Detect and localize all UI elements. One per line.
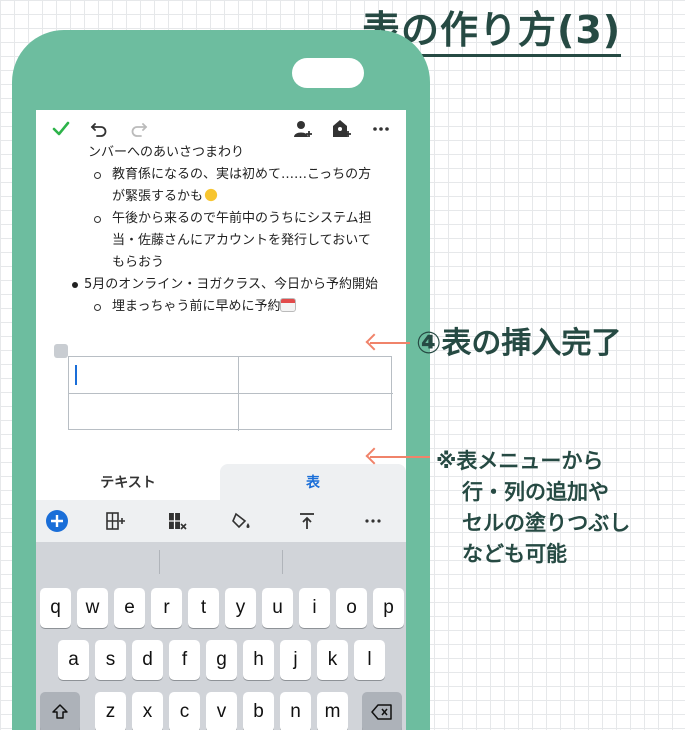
key-n[interactable]: n: [280, 692, 311, 730]
shift-icon: [52, 704, 68, 719]
note-line: 5月のオンライン・ヨガクラス、今日から予約開始: [71, 274, 379, 296]
table-format-bar: [36, 500, 406, 542]
annotation-note-line: ※表メニューから: [436, 449, 604, 473]
key-h[interactable]: h: [243, 640, 274, 680]
annotation-note-line: セルの塗りつぶし: [462, 511, 631, 535]
annotation-arrow-menu: [370, 456, 430, 458]
more-icon[interactable]: [360, 508, 386, 534]
key-f[interactable]: f: [169, 640, 200, 680]
key-e[interactable]: e: [114, 588, 145, 628]
tab-text[interactable]: テキスト: [36, 464, 220, 500]
note-line-text: が緊張するかも: [112, 189, 204, 204]
insert-column-icon[interactable]: [102, 508, 128, 534]
note-line: 教育係になるの、実は初めて……こっちの方: [93, 164, 372, 186]
key-x[interactable]: x: [132, 692, 163, 730]
annotation-table-inserted: ④表の挿入完了: [416, 326, 622, 361]
backspace-key[interactable]: [362, 692, 402, 730]
key-c[interactable]: c: [169, 692, 200, 730]
note-content[interactable]: ンバーへのあいさつまわり 教育係になるの、実は初めて……こっちの方 が緊張するか…: [36, 145, 406, 328]
phone-notch: [292, 58, 364, 88]
key-k[interactable]: k: [317, 640, 348, 680]
annotation-arrow-table: [370, 342, 410, 344]
note-line: 午後から来るので午前中のうちにシステム担: [94, 208, 372, 230]
text-cursor: [75, 365, 77, 385]
table-cell[interactable]: [69, 357, 239, 394]
annotation-table-menu-note: ※表メニューから 行・列の追加や セルの塗りつぶし なども可能: [436, 446, 630, 570]
checkmark-icon[interactable]: [48, 116, 74, 142]
key-i[interactable]: i: [299, 588, 330, 628]
backspace-icon: [371, 704, 392, 720]
table-cell[interactable]: [239, 357, 393, 394]
table-grid: [68, 356, 393, 431]
inserted-table: [50, 342, 394, 434]
note-line: 埋まっちゃう前に早めに予約: [93, 296, 297, 318]
delete-column-icon[interactable]: [164, 508, 190, 534]
key-z[interactable]: z: [95, 692, 126, 730]
keyboard: q w e r t y u i o p a s d f g h j k l z …: [36, 542, 406, 730]
key-p[interactable]: p: [373, 588, 404, 628]
key-t[interactable]: t: [188, 588, 219, 628]
key-o[interactable]: o: [336, 588, 367, 628]
key-u[interactable]: u: [262, 588, 293, 628]
note-line-text: 5月のオンライン・ヨガクラス、今日から予約開始: [84, 277, 379, 292]
shift-key[interactable]: [40, 692, 80, 730]
align-top-icon[interactable]: [294, 508, 320, 534]
key-y[interactable]: y: [225, 588, 256, 628]
format-tabs: テキスト 表: [36, 458, 406, 500]
fill-color-icon[interactable]: [228, 508, 254, 534]
note-line: が緊張するかも: [112, 186, 220, 208]
share-icon[interactable]: [329, 116, 355, 142]
key-j[interactable]: j: [280, 640, 311, 680]
key-b[interactable]: b: [243, 692, 274, 730]
key-m[interactable]: m: [317, 692, 348, 730]
redo-icon[interactable]: [126, 116, 152, 142]
table-cell[interactable]: [239, 394, 393, 431]
key-l[interactable]: l: [354, 640, 385, 680]
key-v[interactable]: v: [206, 692, 237, 730]
grinning-sweat-emoji-icon: [203, 188, 220, 202]
tab-table[interactable]: 表: [220, 464, 406, 500]
add-icon[interactable]: [44, 508, 70, 534]
suggestion-divider: [159, 550, 160, 574]
calendar-emoji-icon: [280, 298, 297, 312]
note-line: ンバーへのあいさつまわり: [88, 145, 245, 160]
add-person-icon[interactable]: [290, 116, 316, 142]
more-icon[interactable]: [368, 116, 394, 142]
note-line-text: 教育係になるの、実は初めて……こっちの方: [112, 167, 372, 182]
note-line-text: 午後から来るので午前中のうちにシステム担: [112, 211, 372, 226]
note-line: もらおう: [112, 255, 165, 270]
key-s[interactable]: s: [95, 640, 126, 680]
note-line: 当・佐藤さんにアカウントを発行しておいて: [112, 233, 371, 248]
suggestion-divider: [282, 550, 283, 574]
annotation-note-line: なども可能: [462, 542, 567, 566]
key-r[interactable]: r: [151, 588, 182, 628]
phone-frame: ンバーへのあいさつまわり 教育係になるの、実は初めて……こっちの方 が緊張するか…: [12, 30, 430, 730]
screen: ンバーへのあいさつまわり 教育係になるの、実は初めて……こっちの方 が緊張するか…: [36, 110, 406, 730]
note-line-text: 埋まっちゃう前に早めに予約: [112, 299, 281, 314]
key-w[interactable]: w: [77, 588, 108, 628]
table-handle-icon[interactable]: [54, 344, 68, 358]
key-g[interactable]: g: [206, 640, 237, 680]
undo-icon[interactable]: [86, 116, 112, 142]
annotation-note-line: 行・列の追加や: [462, 480, 609, 504]
key-d[interactable]: d: [132, 640, 163, 680]
key-a[interactable]: a: [58, 640, 89, 680]
table-cell[interactable]: [69, 394, 239, 431]
key-q[interactable]: q: [40, 588, 71, 628]
